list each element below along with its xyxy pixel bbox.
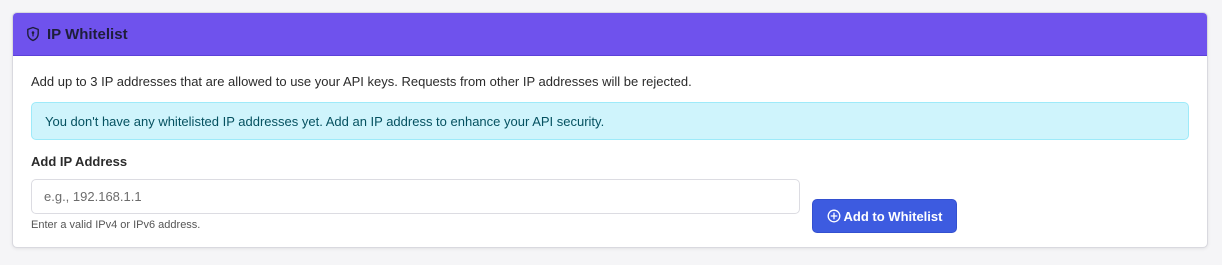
card-body: Add up to 3 IP addresses that are allowe… [13,56,1207,233]
info-alert: You don't have any whitelisted IP addres… [31,102,1189,140]
add-ip-row: Enter a valid IPv4 or IPv6 address. Add … [31,179,1189,233]
add-to-whitelist-button[interactable]: Add to Whitelist [812,199,957,233]
ip-address-input[interactable] [31,179,800,214]
help-text: Enter a valid IPv4 or IPv6 address. [31,219,201,231]
ip-whitelist-card: IP Whitelist Add up to 3 IP addresses th… [12,12,1208,248]
input-column: Enter a valid IPv4 or IPv6 address. [31,179,800,231]
info-alert-text: You don't have any whitelisted IP addres… [45,113,605,129]
card-title: IP Whitelist [47,25,128,43]
description-text: Add up to 3 IP addresses that are allowe… [31,74,692,89]
shield-icon [25,26,41,42]
add-to-whitelist-label: Add to Whitelist [843,208,943,224]
card-header: IP Whitelist [13,13,1207,56]
ip-address-label: Add IP Address [31,154,128,169]
plus-circle-icon [827,209,841,223]
